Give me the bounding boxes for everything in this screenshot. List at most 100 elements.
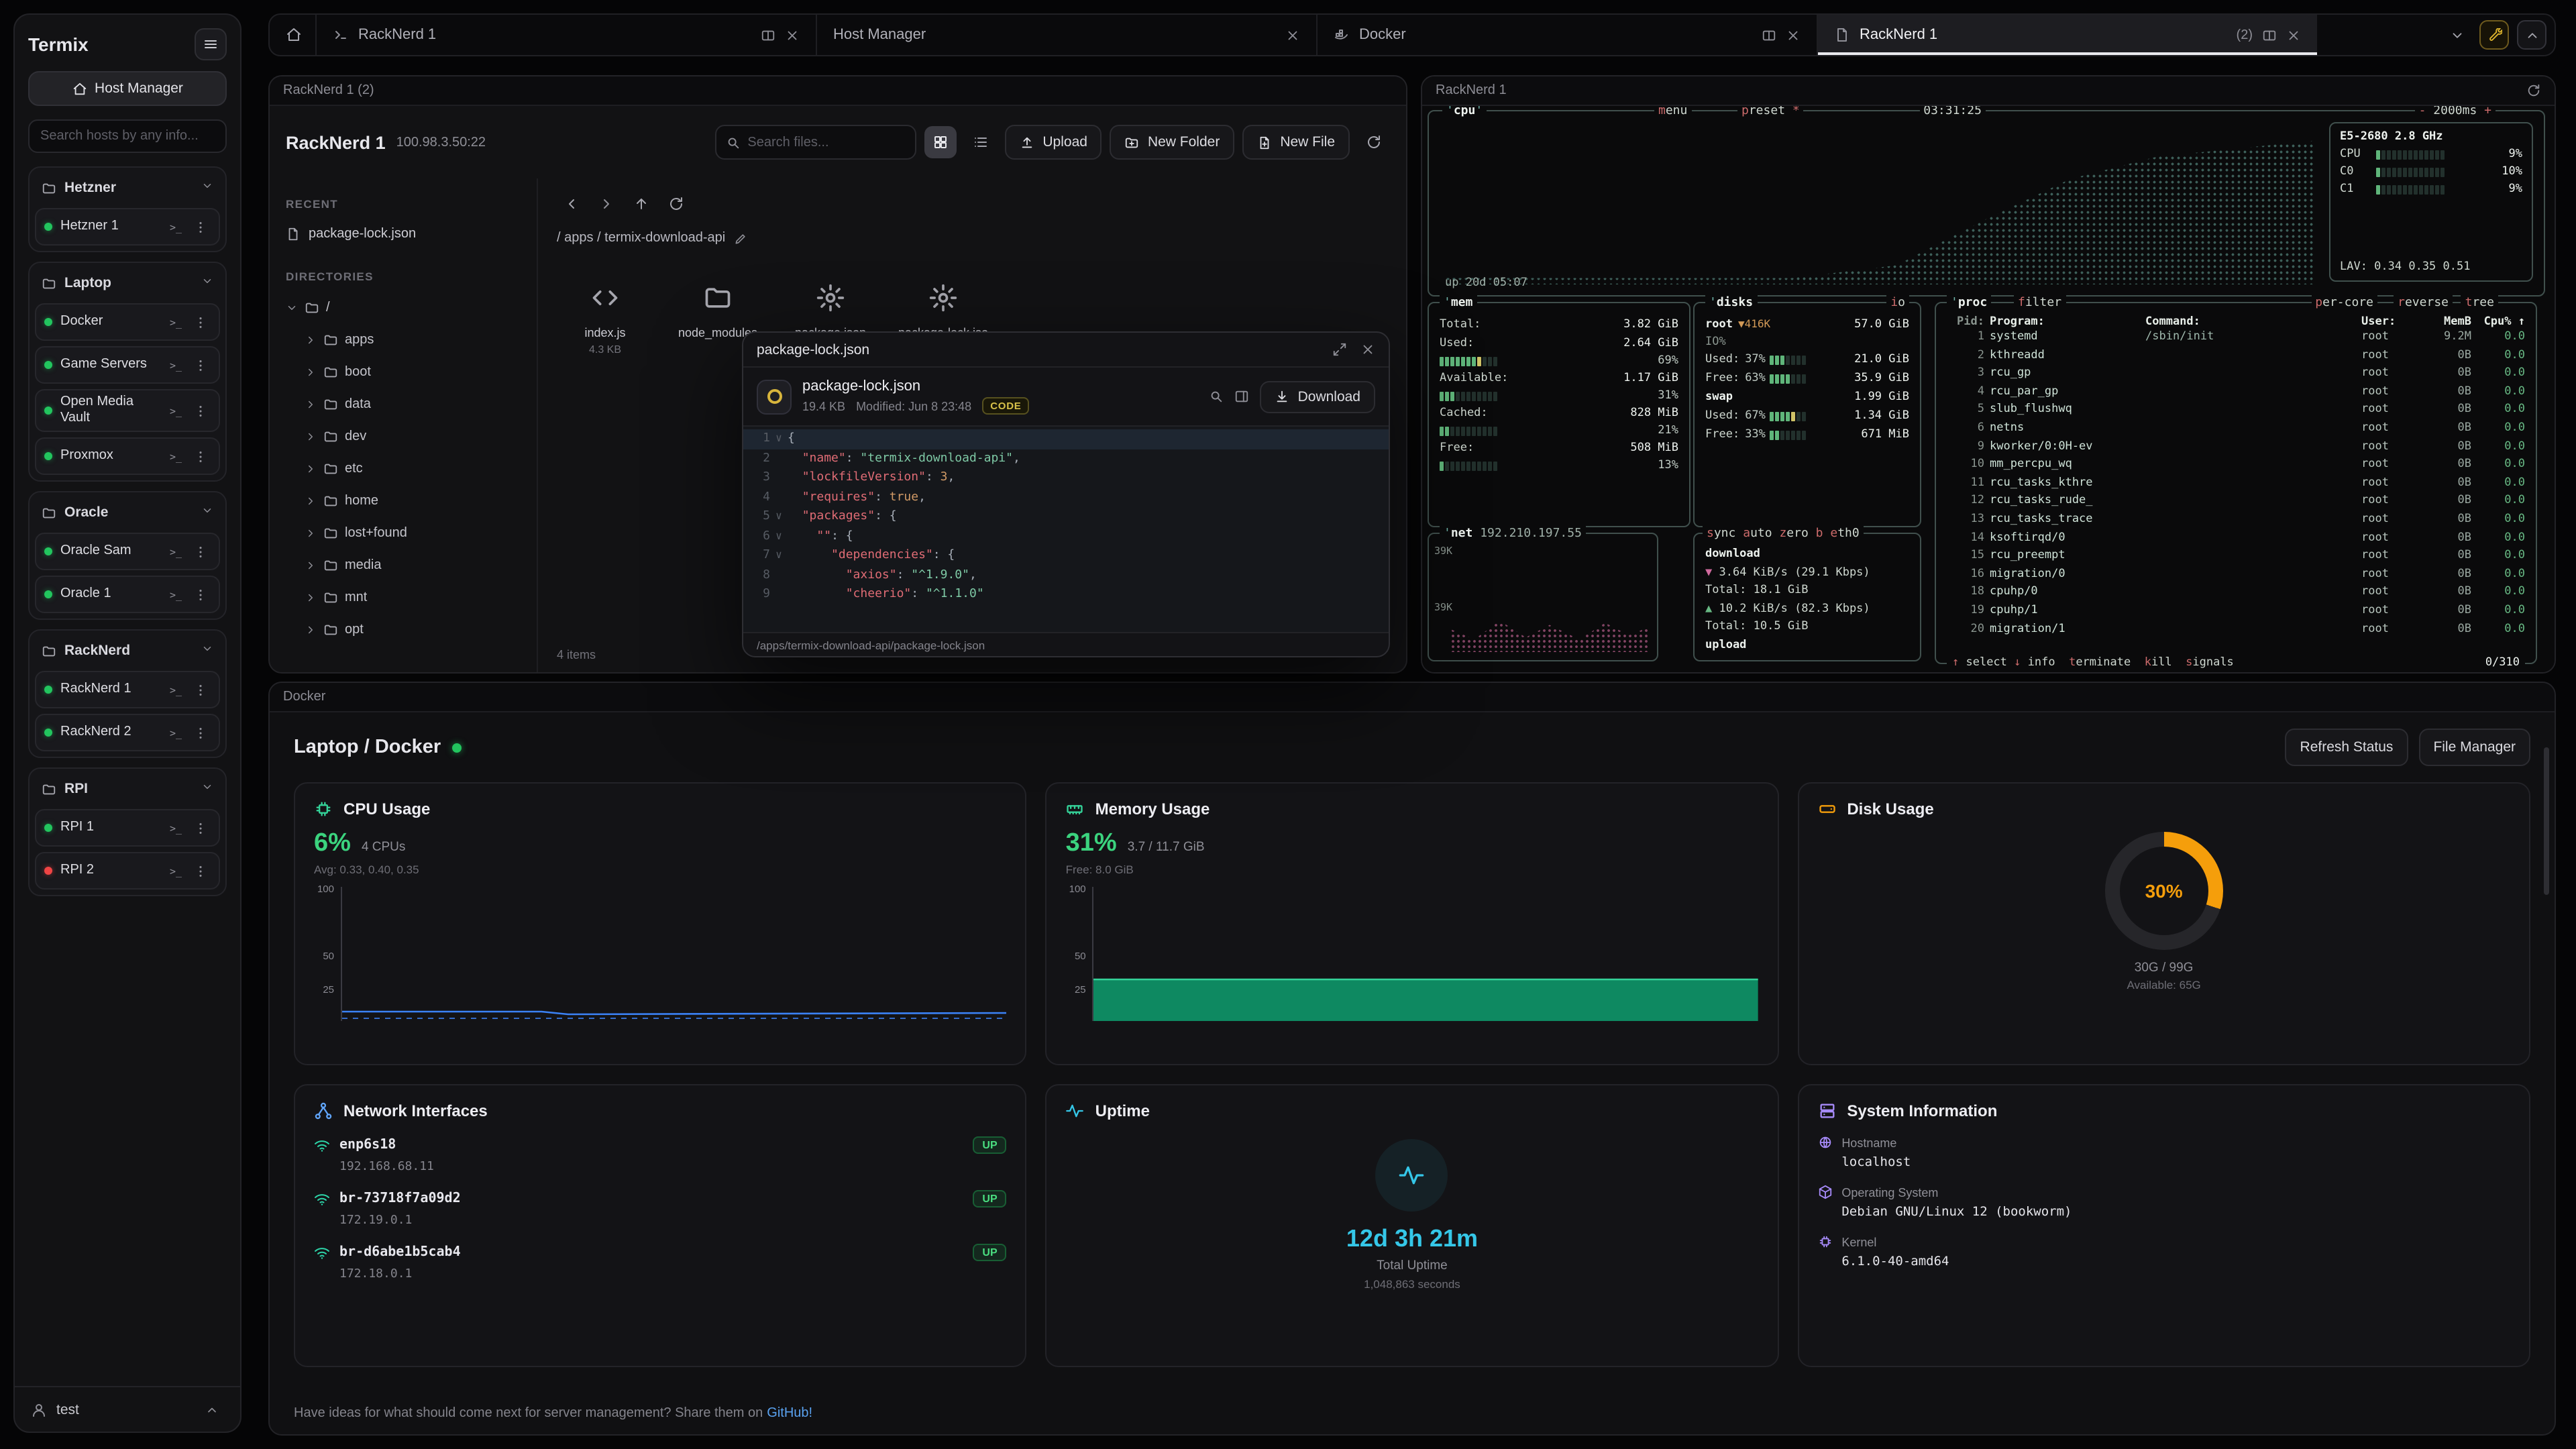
new-folder-button[interactable]: New Folder — [1110, 125, 1234, 160]
close-icon[interactable] — [1360, 342, 1375, 357]
host-item-game-servers[interactable]: Game Servers>_ — [35, 346, 220, 384]
host-menu-button[interactable] — [189, 541, 211, 562]
open-terminal-button[interactable]: >_ — [165, 817, 186, 839]
code-viewer[interactable]: 1∨{2 "name": "termix-download-api",3 "lo… — [743, 425, 1389, 632]
sidebar-menu-button[interactable] — [195, 28, 227, 60]
host-menu-button[interactable] — [189, 860, 211, 881]
process-row[interactable]: 19cpuhp/1root0B0.0 — [1936, 602, 2536, 621]
process-row[interactable]: 1systemd/sbin/initroot9.2M0.0 — [1936, 329, 2536, 347]
host-search-input[interactable] — [28, 119, 227, 153]
upload-button[interactable]: Upload — [1005, 125, 1102, 160]
forward-button[interactable] — [592, 189, 621, 219]
open-terminal-button[interactable]: >_ — [165, 216, 186, 237]
open-terminal-button[interactable]: >_ — [165, 584, 186, 605]
docker-file-manager-button[interactable]: File Manager — [2418, 729, 2530, 766]
tab-docker-3[interactable]: Docker — [1316, 15, 1817, 55]
filter-button[interactable]: filter — [2014, 295, 2065, 311]
host-item-racknerd-1[interactable]: RackNerd 1>_ — [35, 671, 220, 708]
tree-toggle[interactable]: tree — [2461, 295, 2498, 311]
process-row[interactable]: 5slub_flushwqroot0B0.0 — [1936, 402, 2536, 420]
process-row[interactable]: 10mm_percpu_wqroot0B0.0 — [1936, 456, 2536, 474]
close-tab-icon[interactable] — [2286, 28, 2301, 42]
tree-dir-root[interactable]: / — [286, 291, 521, 323]
process-row[interactable]: 11rcu_tasks_kthreroot0B0.0 — [1936, 475, 2536, 493]
process-row[interactable]: 14ksoftirqd/0root0B0.0 — [1936, 529, 2536, 547]
process-row[interactable]: 6netnsroot0B0.0 — [1936, 420, 2536, 438]
file-search-input[interactable] — [747, 135, 906, 150]
host-menu-button[interactable] — [189, 817, 211, 839]
process-row[interactable]: 15rcu_preemptroot0B0.0 — [1936, 547, 2536, 566]
per-core-toggle[interactable]: per-core — [2311, 295, 2377, 311]
host-item-docker[interactable]: Docker>_ — [35, 303, 220, 341]
list-view-button[interactable] — [965, 126, 997, 158]
host-menu-button[interactable] — [189, 445, 211, 467]
new-file-button[interactable]: New File — [1242, 125, 1350, 160]
host-item-proxmox[interactable]: Proxmox>_ — [35, 437, 220, 475]
host-manager-button[interactable]: Host Manager — [28, 71, 227, 106]
tree-dir-lost-found[interactable]: lost+found — [286, 517, 521, 549]
grid-view-button[interactable] — [924, 126, 957, 158]
settings-button[interactable] — [2479, 20, 2509, 50]
process-row[interactable]: 9kworker/0:0H-evroot0B0.0 — [1936, 438, 2536, 456]
sync-terminal-icon[interactable] — [2526, 83, 2541, 98]
process-row[interactable]: 4rcu_par_gproot0B0.0 — [1936, 384, 2536, 402]
github-link[interactable]: GitHub! — [767, 1406, 812, 1421]
tab-list-button[interactable] — [2442, 20, 2471, 50]
host-menu-button[interactable] — [189, 311, 211, 333]
io-toggle[interactable]: io — [1886, 295, 1909, 311]
open-terminal-button[interactable]: >_ — [165, 679, 186, 700]
host-item-hetzner-1[interactable]: Hetzner 1>_ — [35, 208, 220, 246]
open-terminal-button[interactable]: >_ — [165, 311, 186, 333]
edit-path-icon[interactable] — [733, 231, 747, 245]
tree-dir-boot[interactable]: boot — [286, 356, 521, 388]
scrollbar-thumb[interactable] — [2544, 747, 2549, 895]
collapse-tabs-button[interactable] — [2517, 20, 2546, 50]
close-tab-icon[interactable] — [1786, 28, 1801, 42]
split-view-icon[interactable] — [2262, 28, 2277, 42]
host-item-rpi-1[interactable]: RPI 1>_ — [35, 809, 220, 847]
download-button[interactable]: Download — [1260, 380, 1375, 413]
group-header-hetzner[interactable]: Hetzner — [35, 173, 220, 203]
split-view-icon[interactable] — [1762, 28, 1776, 42]
open-terminal-button[interactable]: >_ — [165, 860, 186, 881]
refresh-files-button[interactable] — [1358, 126, 1390, 158]
refresh-directory-button[interactable] — [661, 189, 691, 219]
process-row[interactable]: 2kthreaddroot0B0.0 — [1936, 347, 2536, 365]
close-tab-icon[interactable] — [1285, 28, 1300, 42]
host-item-rpi-2[interactable]: RPI 2>_ — [35, 852, 220, 890]
tab-host-manager-2[interactable]: Host Manager — [816, 15, 1316, 55]
host-item-oracle-sam[interactable]: Oracle Sam>_ — [35, 533, 220, 570]
tree-dir-dev[interactable]: dev — [286, 420, 521, 452]
preset-button[interactable]: preset * — [1737, 106, 1804, 119]
open-terminal-button[interactable]: >_ — [165, 400, 186, 421]
tree-dir-data[interactable]: data — [286, 388, 521, 420]
tree-dir-home[interactable]: home — [286, 484, 521, 517]
net-menu[interactable]: sync auto zero b eth0 — [1703, 526, 1864, 542]
close-tab-icon[interactable] — [785, 28, 800, 42]
back-button[interactable] — [557, 189, 586, 219]
process-row[interactable]: 20migration/1root0B0.0 — [1936, 621, 2536, 639]
open-terminal-button[interactable]: >_ — [165, 445, 186, 467]
group-header-laptop[interactable]: Laptop — [35, 268, 220, 298]
open-terminal-button[interactable]: >_ — [165, 354, 186, 376]
host-item-racknerd-2[interactable]: RackNerd 2>_ — [35, 714, 220, 751]
split-view-icon[interactable] — [761, 28, 775, 42]
process-row[interactable]: 13rcu_tasks_traceroot0B0.0 — [1936, 511, 2536, 529]
process-row[interactable]: 12rcu_tasks_rude_root0B0.0 — [1936, 493, 2536, 511]
btop-monitor[interactable]: 'cpu' menu preset * 03:31:25 - 2000ms + … — [1422, 106, 2555, 672]
host-menu-button[interactable] — [189, 354, 211, 376]
tree-dir-apps[interactable]: apps — [286, 323, 521, 356]
process-row[interactable]: 3rcu_gproot0B0.0 — [1936, 365, 2536, 383]
host-menu-button[interactable] — [189, 679, 211, 700]
process-row[interactable]: 18cpuhp/0root0B0.0 — [1936, 584, 2536, 602]
up-directory-button[interactable] — [627, 189, 656, 219]
tab-racknerd-1-1[interactable]: RackNerd 1 — [315, 15, 816, 55]
reverse-toggle[interactable]: reverse — [2394, 295, 2453, 311]
interval-control[interactable]: - 2000ms + — [2415, 106, 2496, 119]
tab-racknerd-1-4[interactable]: RackNerd 1(2) — [1817, 15, 2317, 55]
refresh-status-button[interactable]: Refresh Status — [2286, 729, 2408, 766]
host-menu-button[interactable] — [189, 216, 211, 237]
open-terminal-button[interactable]: >_ — [165, 722, 186, 743]
process-row[interactable]: 16migration/0root0B0.0 — [1936, 566, 2536, 584]
group-header-rpi[interactable]: RPI — [35, 774, 220, 804]
